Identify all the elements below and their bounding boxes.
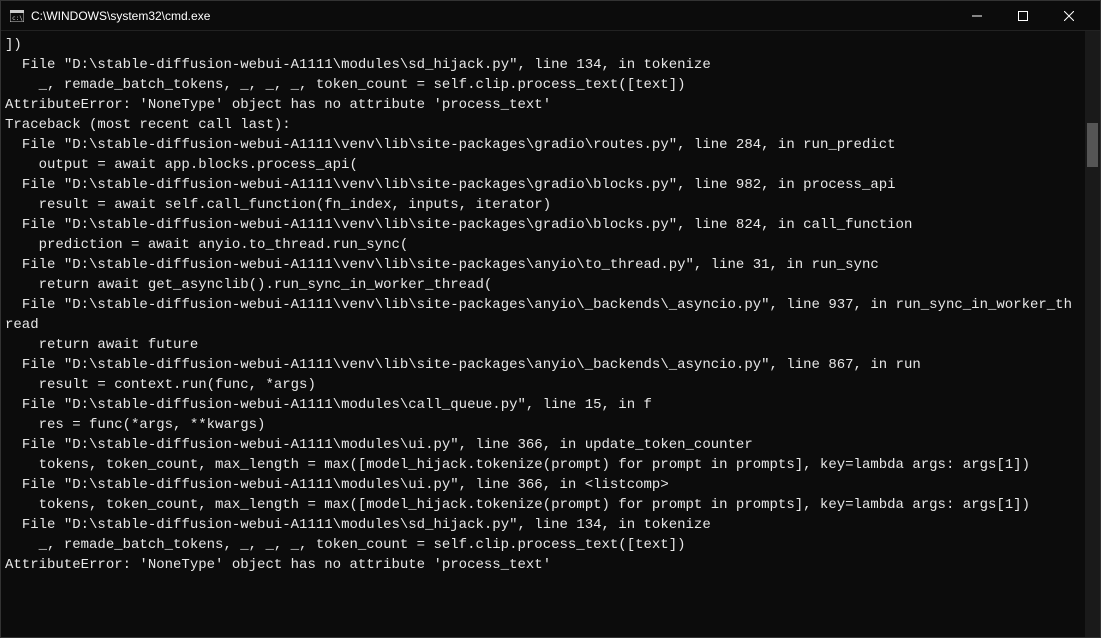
scrollbar-thumb[interactable] [1087,123,1098,167]
terminal-output[interactable]: ]) File "D:\stable-diffusion-webui-A1111… [1,31,1085,637]
maximize-button[interactable] [1000,1,1046,31]
scrollbar[interactable] [1085,31,1100,637]
close-button[interactable] [1046,1,1092,31]
cmd-icon: c:\ [9,8,25,24]
terminal-area: ]) File "D:\stable-diffusion-webui-A1111… [1,31,1100,637]
cmd-window: c:\ C:\WINDOWS\system32\cmd.exe ]) File … [0,0,1101,638]
minimize-button[interactable] [954,1,1000,31]
window-controls [954,1,1092,31]
svg-text:c:\: c:\ [12,15,23,22]
titlebar[interactable]: c:\ C:\WINDOWS\system32\cmd.exe [1,1,1100,31]
window-title: C:\WINDOWS\system32\cmd.exe [31,9,954,23]
